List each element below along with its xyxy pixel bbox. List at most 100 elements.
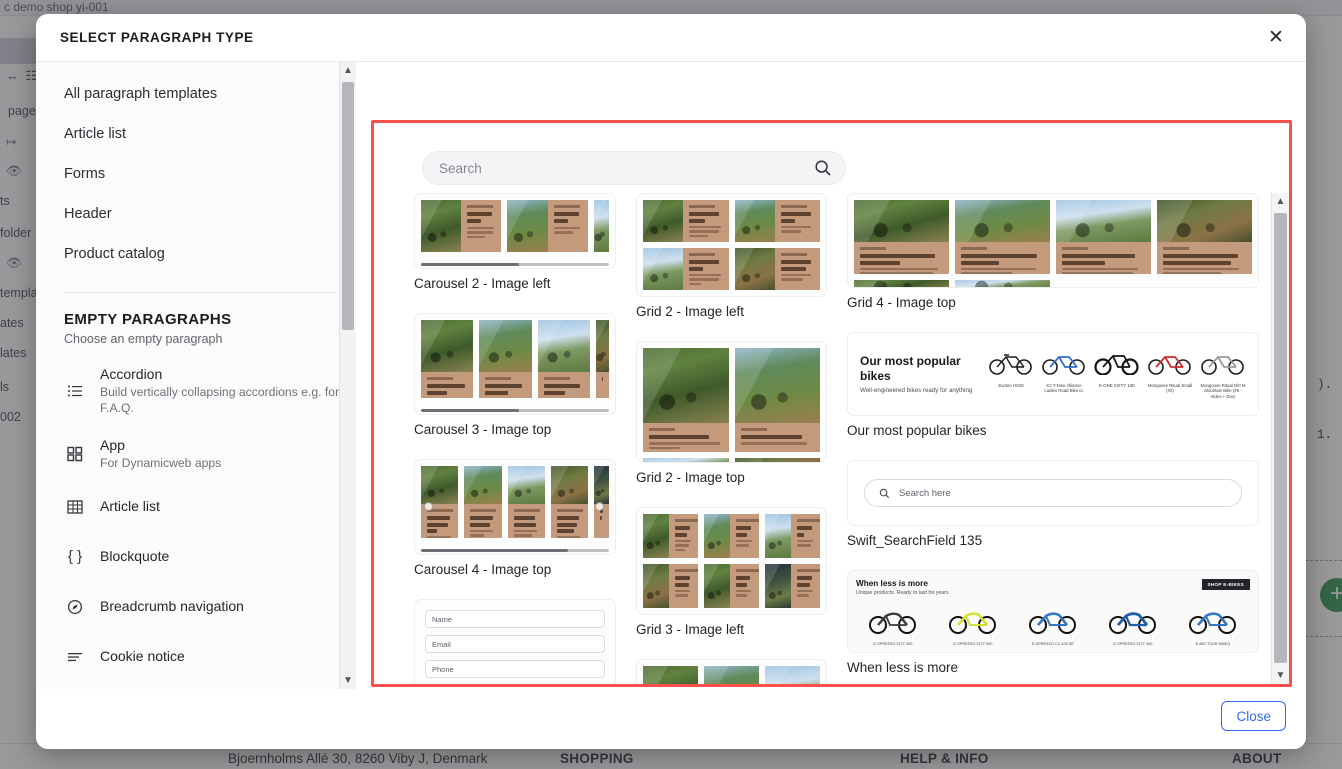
sidebar-section-title: EMPTY PARAGRAPHS <box>64 311 232 328</box>
template-label: When less is more <box>847 660 959 676</box>
template-card-grid-3-image-left[interactable]: Grid 3 - Image left <box>636 507 827 637</box>
preview-product-name: E-SPRESSO CITY 300 <box>873 642 913 647</box>
preview-product: K2 T-Nine Alliance Ladies Road Bike cc <box>1041 349 1087 399</box>
bicycle-icon <box>1094 355 1139 376</box>
chevron-up-icon[interactable]: ▲ <box>340 62 356 79</box>
paragraph-template-browser: Carousel 2 - Image left <box>374 123 1289 684</box>
sidebar-item-cookie-notice[interactable]: Cookie notice <box>36 632 356 682</box>
sidebar-item-product-catalog[interactable]: Product catalog <box>36 234 356 274</box>
template-label: Swift_SearchField 135 <box>847 533 983 549</box>
ebike-icon <box>1029 612 1076 635</box>
select-paragraph-type-dialog: SELECT PARAGRAPH TYPE ✕ All paragraph te… <box>36 14 1306 749</box>
sidebar-item-accordion[interactable]: Accordion Build vertically collapsing ac… <box>36 356 356 427</box>
template-card-carousel-3-image-top[interactable]: Carousel 3 - Image top <box>414 313 616 437</box>
template-card-grid-4-image-top[interactable]: Grid 4 - Image top <box>847 193 1259 310</box>
sidebar-paragraph-list: Accordion Build vertically collapsing ac… <box>36 356 356 689</box>
sidebar-item-article-list[interactable]: Article list <box>36 114 356 154</box>
template-preview <box>636 341 827 463</box>
preview-heading: When less is more <box>856 579 928 589</box>
template-preview <box>636 507 827 615</box>
search-field <box>422 151 846 185</box>
preview-subheading: Well-engineered bikes ready for anything <box>860 386 973 394</box>
template-card-carousel-2-image-left[interactable]: Carousel 2 - Image left <box>414 193 616 291</box>
sidebar-item-header[interactable]: Header <box>36 194 356 234</box>
bicycle-icon <box>989 354 1032 375</box>
preview-scroll-indicator <box>421 409 609 412</box>
compass-icon <box>64 596 86 618</box>
search-input[interactable] <box>422 151 846 185</box>
sidebar-item-app[interactable]: App For Dynamicweb apps <box>36 427 356 482</box>
template-label: Our most popular bikes <box>847 423 987 439</box>
list-icon <box>64 380 86 402</box>
preview-search-placeholder: Search here <box>899 487 951 499</box>
preview-phone-field: Phone <box>425 660 605 678</box>
ebike-icon <box>949 612 996 635</box>
ebike-icon <box>1109 612 1156 635</box>
preview-product-name: Mongoose Ritual Dirt M Mountain Bike (#5… <box>1200 383 1246 399</box>
template-preview <box>636 659 827 684</box>
sidebar-item-description: For Dynamicweb apps <box>100 455 222 470</box>
ebike-icon <box>1189 612 1236 635</box>
sidebar-item-article-list-empty[interactable]: Article list <box>36 482 356 532</box>
template-card-when-less-is-more[interactable]: When less is more Unique products. Ready… <box>847 570 1259 675</box>
template-preview: Name Email Phone Message SEND <box>414 599 616 684</box>
close-icon[interactable]: ✕ <box>1264 26 1288 50</box>
sidebar-scrollbar-thumb[interactable] <box>342 82 354 330</box>
template-card-contact[interactable]: Name Email Phone Message SEND Contact <box>414 599 616 684</box>
preview-product-name: Evoton HS20 <box>998 383 1024 388</box>
carousel-prev-icon[interactable] <box>424 502 433 511</box>
template-preview <box>414 459 616 555</box>
chevron-up-icon[interactable]: ▲ <box>1272 193 1289 210</box>
preview-scroll-indicator <box>421 263 609 266</box>
template-preview <box>414 193 616 269</box>
preview-shop-button: SHOP E-BIKES <box>1201 579 1250 591</box>
chevron-down-icon[interactable]: ▼ <box>340 672 356 689</box>
template-label: Carousel 2 - Image left <box>414 276 551 291</box>
preview-product: E-SPRESSO CITY 400 <box>1096 604 1170 646</box>
bicycle-icon <box>1148 356 1191 375</box>
template-preview: Search here <box>847 460 1259 527</box>
template-label: Grid 2 - Image left <box>636 304 745 319</box>
sidebar-item-breadcrumb-navigation[interactable]: Breadcrumb navigation <box>36 582 356 632</box>
sidebar-item-blockquote[interactable]: { } Blockquote <box>36 532 356 582</box>
sidebar-item-download-cart-app[interactable]: Download cart App For the Download cart … <box>36 682 356 689</box>
sidebar-item-forms[interactable]: Forms <box>36 154 356 194</box>
sidebar-scrollbar[interactable]: ▲ ▼ <box>339 62 356 689</box>
template-card-grid-2-image-left[interactable]: Grid 2 - Image left <box>636 193 827 319</box>
bicycle-icon <box>1042 356 1085 375</box>
sidebar-item-all-paragraph-templates[interactable]: All paragraph templates <box>36 74 356 114</box>
template-card-our-most-popular-bikes[interactable]: Our most popular bikes Well-engineered b… <box>847 332 1259 438</box>
bicycle-icon <box>1201 356 1244 375</box>
sidebar-item-description: Build vertically collapsing accordions e… <box>100 385 340 415</box>
search-icon[interactable] <box>814 159 832 177</box>
paragraph-category-sidebar: All paragraph templates Article list For… <box>36 62 356 689</box>
preview-product-name: E-ONE SIXTY 10K <box>1099 383 1135 388</box>
preview-heading: Our most popular bikes <box>860 354 961 383</box>
preview-product-name: K2 T-Nine Alliance Ladies Road Bike cc <box>1044 383 1084 394</box>
template-preview <box>414 313 616 415</box>
preview-product-name: E-SPRESSO CC 400 SE <box>1032 642 1074 647</box>
template-card-carousel-4-image-top[interactable]: Carousel 4 - Image top <box>414 459 616 577</box>
preview-product: E-SPRESSO CC 400 SE <box>1016 604 1090 646</box>
chevron-down-icon[interactable]: ▼ <box>1272 667 1289 684</box>
dialog-body: All paragraph templates Article list For… <box>36 62 1306 689</box>
table-icon <box>64 496 86 518</box>
template-preview: Our most popular bikes Well-engineered b… <box>847 332 1259 417</box>
preview-product-name: E-SPRESSO CITY 400 <box>1113 642 1153 647</box>
preview-product: E-SPRESSO CITY 300 <box>856 604 930 646</box>
grid-apps-icon <box>64 443 86 465</box>
content-scrollbar[interactable]: ▲ ▼ <box>1271 193 1289 684</box>
preview-subheading: Unique products. Ready to last for years <box>856 590 949 597</box>
carousel-next-icon[interactable] <box>595 502 604 511</box>
preview-name-field: Name <box>425 610 605 628</box>
ebike-icon <box>869 612 916 635</box>
template-preview <box>636 193 827 297</box>
template-card-swift-searchfield-135[interactable]: Search here Swift_SearchField 135 <box>847 460 1259 548</box>
close-button[interactable]: Close <box>1221 701 1286 731</box>
content-scrollbar-thumb[interactable] <box>1274 213 1287 663</box>
template-card-grid-2-image-top[interactable]: Grid 2 - Image top <box>636 341 827 485</box>
preview-product: E-SPRESSO CITY 500 <box>936 604 1010 646</box>
template-label: Grid 2 - Image top <box>636 470 745 485</box>
template-card-grid-3-image-top[interactable]: Grid 3 - Image top <box>636 659 827 684</box>
template-label: Grid 3 - Image left <box>636 622 745 637</box>
